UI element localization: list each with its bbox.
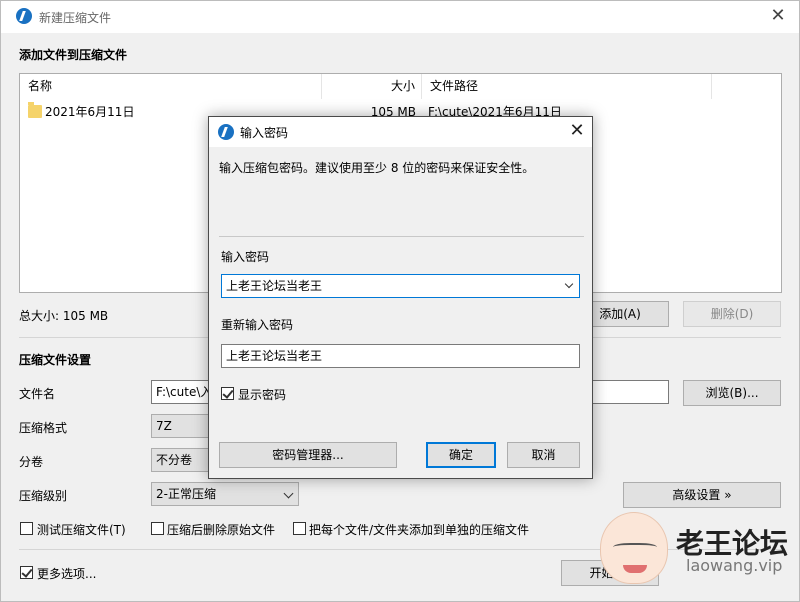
settings-title: 压缩文件设置: [19, 353, 92, 367]
cancel-button[interactable]: 取消: [507, 442, 580, 468]
delete-after-label[interactable]: 压缩后删除原始文件: [167, 521, 275, 538]
watermark-face-icon: [600, 512, 668, 584]
more-options-checkbox[interactable]: [20, 566, 33, 579]
separate-archives-label[interactable]: 把每个文件/文件夹添加到单独的压缩文件: [309, 521, 529, 538]
reenter-label: 重新输入密码: [221, 318, 294, 332]
ok-button[interactable]: 确定: [426, 442, 496, 468]
password-manager-button[interactable]: 密码管理器...: [219, 442, 397, 468]
split-value: 不分卷: [156, 453, 193, 467]
watermark: 老王论坛 laowang.vip: [600, 512, 800, 602]
test-archive-checkbox[interactable]: [20, 522, 33, 535]
separate-archives-checkbox[interactable]: [293, 522, 306, 535]
close-window-button[interactable]: ✕: [765, 5, 791, 29]
delete-button[interactable]: 删除(D): [683, 301, 781, 327]
dialog-hint: 输入压缩包密码。建议使用至少 8 位的密码来保证安全性。: [219, 161, 535, 175]
password-value: 上老王论坛当老王: [226, 279, 323, 293]
browse-button[interactable]: 浏览(B)...: [683, 380, 781, 406]
level-label: 压缩级别: [19, 489, 68, 503]
app-logo-icon: [16, 8, 32, 24]
delete-after-checkbox[interactable]: [151, 522, 164, 535]
column-header-path[interactable]: 文件路径: [422, 74, 712, 99]
format-label: 压缩格式: [19, 421, 68, 435]
advanced-settings-button[interactable]: 高级设置 »: [623, 482, 781, 508]
more-options-label[interactable]: 更多选项...: [37, 565, 96, 582]
column-header-size[interactable]: 大小: [322, 74, 422, 99]
dialog-title-bar: 输入密码 ✕: [209, 117, 592, 147]
level-value: 2-正常压缩: [156, 487, 216, 501]
dialog-title: 输入密码: [240, 126, 289, 140]
total-size: 总大小: 105 MB: [19, 309, 109, 323]
title-bar: 新建压缩文件 ✕: [1, 1, 799, 33]
filename-label: 文件名: [19, 387, 56, 401]
password-dialog: 输入密码 ✕ 输入压缩包密码。建议使用至少 8 位的密码来保证安全性。 输入密码…: [208, 116, 593, 479]
reenter-password-input[interactable]: 上老王论坛当老王: [221, 344, 580, 368]
show-password-checkbox[interactable]: [221, 387, 234, 400]
window-title: 新建压缩文件: [39, 11, 112, 25]
split-label: 分卷: [19, 455, 44, 469]
divider: [219, 236, 584, 237]
app-logo-icon: [218, 124, 234, 140]
folder-icon: [28, 102, 42, 118]
add-section-title: 添加文件到压缩文件: [19, 48, 128, 62]
chevron-down-icon[interactable]: [564, 279, 574, 289]
level-select[interactable]: 2-正常压缩: [151, 482, 299, 506]
dialog-close-button[interactable]: ✕: [565, 120, 589, 144]
password-label: 输入密码: [221, 250, 270, 264]
password-combo[interactable]: 上老王论坛当老王: [221, 274, 580, 298]
test-archive-label[interactable]: 测试压缩文件(T): [37, 521, 126, 538]
chevron-down-icon: [283, 488, 294, 499]
column-header-name[interactable]: 名称: [20, 74, 322, 99]
watermark-url: laowang.vip: [686, 556, 783, 575]
show-password-label[interactable]: 显示密码: [238, 386, 286, 403]
format-value: 7Z: [156, 419, 172, 433]
